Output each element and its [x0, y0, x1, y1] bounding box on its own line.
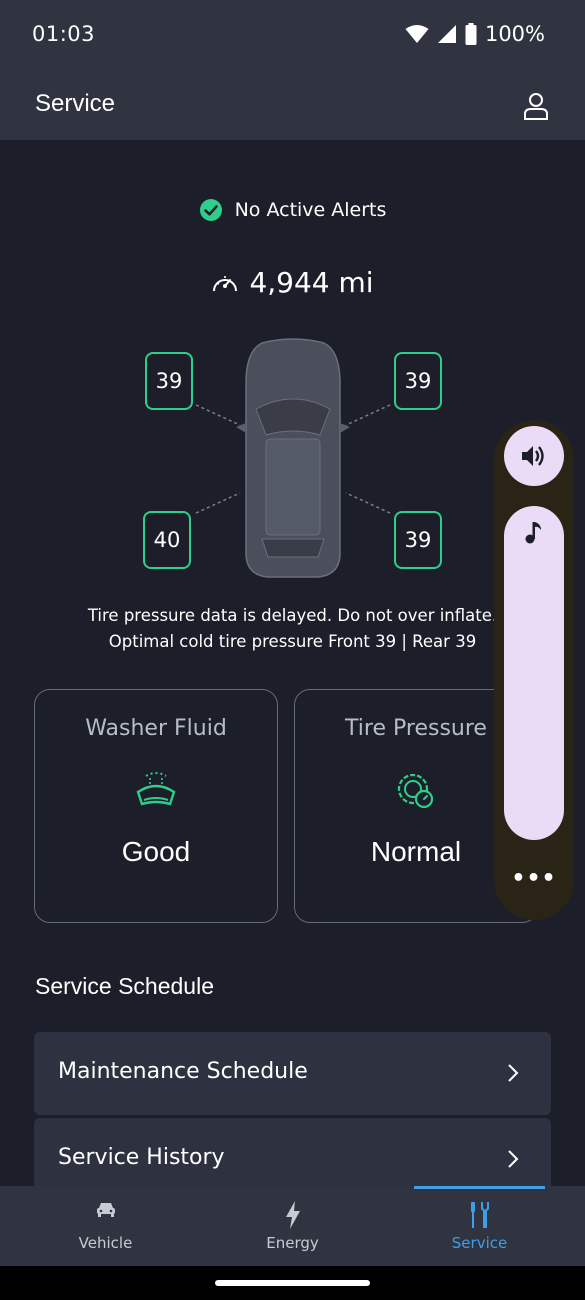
alerts-text: No Active Alerts — [234, 199, 387, 221]
check-circle-icon — [199, 199, 222, 221]
lightning-bolt-icon — [285, 1201, 300, 1229]
wifi-icon — [405, 25, 429, 43]
nav-tab-service[interactable]: Service — [382, 1186, 577, 1266]
speaker-button[interactable] — [504, 426, 564, 486]
gesture-navigation-bar — [0, 1266, 585, 1300]
home-gesture-handle[interactable] — [215, 1280, 370, 1286]
volume-panel: ••• — [494, 420, 574, 920]
odometer: 4,944 mi — [0, 266, 585, 299]
nav-label: Energy — [266, 1234, 319, 1252]
maintenance-schedule-row[interactable]: Maintenance Schedule — [34, 1032, 551, 1115]
car-icon — [96, 1203, 115, 1217]
tire-rear-right: 39 — [394, 511, 442, 569]
status-time: 01:03 — [32, 22, 96, 46]
person-icon — [524, 93, 548, 120]
row-label: Maintenance Schedule — [58, 1059, 308, 1084]
section-title-service-schedule: Service Schedule — [35, 973, 214, 999]
more-options-button[interactable]: ••• — [494, 866, 574, 891]
app-header: Service — [0, 72, 585, 140]
tire-gauge-icon — [396, 770, 436, 814]
row-label: Service History — [58, 1145, 225, 1170]
card-title: Washer Fluid — [85, 716, 227, 741]
profile-button[interactable] — [523, 92, 549, 120]
washer-fluid-card[interactable]: Washer Fluid Good — [34, 689, 278, 923]
tire-front-left: 39 — [145, 352, 193, 410]
battery-percent: 100% — [484, 22, 545, 46]
tire-rear-left: 40 — [143, 511, 191, 569]
nav-tab-energy[interactable]: Energy — [195, 1186, 390, 1266]
battery-icon — [465, 23, 477, 45]
page-title: Service — [35, 90, 116, 117]
nav-label: Service — [451, 1234, 508, 1252]
speedometer-icon — [213, 275, 238, 291]
nav-tab-vehicle[interactable]: Vehicle — [8, 1186, 203, 1266]
chevron-right-icon — [508, 1064, 519, 1082]
cell-signal-icon — [437, 25, 456, 43]
chevron-right-icon — [508, 1150, 519, 1168]
odometer-value: 4,944 mi — [249, 266, 374, 299]
alerts-status: No Active Alerts — [0, 198, 585, 222]
tire-front-right: 39 — [394, 352, 442, 410]
music-note-icon — [525, 522, 541, 544]
bottom-navigation: Vehicle Energy Service — [0, 1186, 585, 1266]
media-volume-slider[interactable] — [504, 506, 564, 840]
status-icons: 100% — [405, 22, 545, 46]
wrench-screwdriver-icon — [470, 1202, 489, 1228]
card-value: Good — [121, 836, 191, 867]
washer-fluid-icon — [134, 770, 178, 814]
speaker-volume-icon — [522, 446, 544, 466]
status-bar: 01:03 100% — [0, 0, 585, 72]
nav-label: Vehicle — [78, 1234, 133, 1252]
